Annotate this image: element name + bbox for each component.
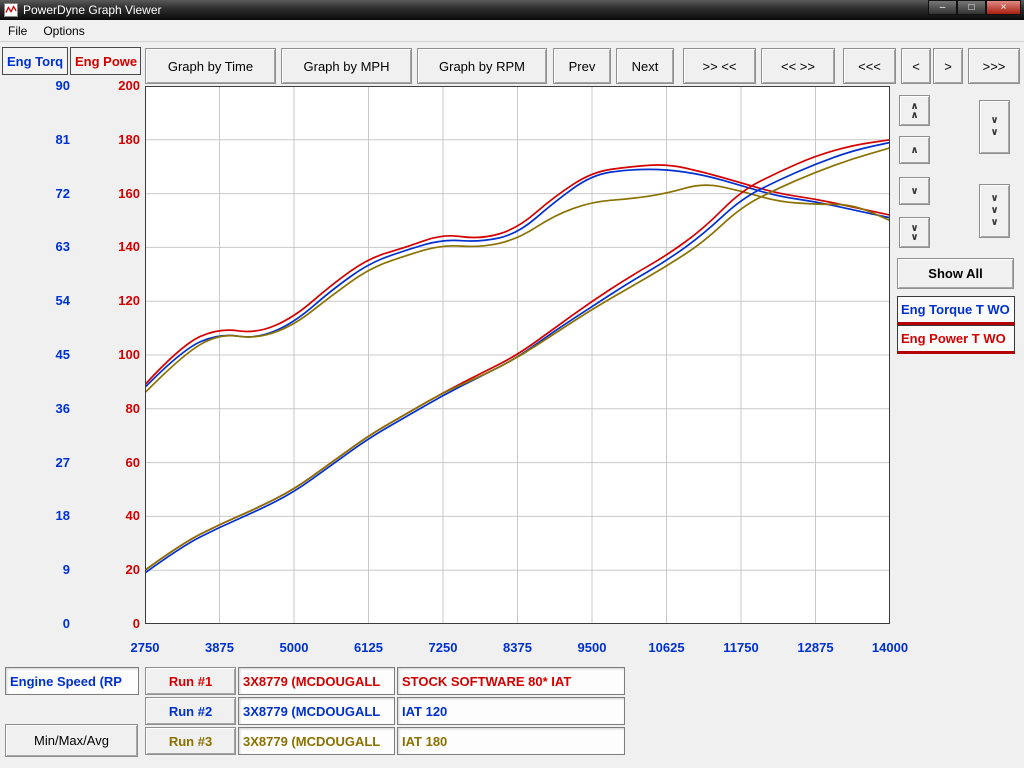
next-button[interactable]: Next (616, 48, 674, 84)
min-max-avg-button[interactable]: Min/Max/Avg (5, 724, 138, 757)
run-1-name: 3X8779 (MCDOUGALL (238, 667, 395, 695)
run-2-name: 3X8779 (MCDOUGALL (238, 697, 395, 725)
y-axis-tick-power: 140 (96, 239, 140, 254)
y-zoom-expand-button[interactable]: ∨ ∨ (979, 100, 1010, 154)
x-axis-tick: 11750 (706, 640, 776, 655)
y-axis-tick-power: 40 (96, 508, 140, 523)
run-3-description: IAT 180 (397, 727, 625, 755)
y-axis-tick-torque: 45 (26, 347, 70, 362)
y-zoom-compress-button[interactable]: ∨ ∨ ∨ (979, 184, 1010, 238)
scroll-left-button[interactable]: < (901, 48, 931, 84)
y-axis-tick-power: 200 (96, 78, 140, 93)
menu-file[interactable]: File (0, 21, 35, 41)
y-axis-tick-torque: 9 (26, 562, 70, 577)
y-axis-tick-power: 160 (96, 186, 140, 201)
y-axis-tick-torque: 0 (26, 616, 70, 631)
tab-eng-power[interactable]: Eng Powe (70, 47, 141, 75)
menu-bar: FileOptions (0, 20, 1024, 42)
x-axis-tick: 8375 (483, 640, 553, 655)
graph-by-mph-button[interactable]: Graph by MPH (281, 48, 412, 84)
y-scroll-down-fast-button[interactable]: ∨ ∨ (899, 217, 930, 248)
zoom-in-x-button[interactable]: >> << (683, 48, 756, 84)
minimize-button[interactable]: – (928, 0, 957, 15)
x-axis-tick: 12875 (781, 640, 851, 655)
y-scroll-down-button[interactable]: ∨ (899, 177, 930, 205)
dyno-plot (145, 86, 890, 624)
tab-eng-torque[interactable]: Eng Torq (2, 47, 68, 75)
x-axis-label-box: Engine Speed (RP (5, 667, 139, 695)
y-axis-tick-power: 80 (96, 401, 140, 416)
run-3-name: 3X8779 (MCDOUGALL (238, 727, 395, 755)
x-axis-tick: 9500 (557, 640, 627, 655)
x-axis-tick: 10625 (632, 640, 702, 655)
y-scroll-up-fast-button[interactable]: ∧ ∧ (899, 95, 930, 126)
y-axis-tick-power: 0 (96, 616, 140, 631)
legend-item[interactable]: Eng Power T WO (897, 325, 1015, 354)
dyno-plot-area[interactable] (145, 86, 890, 624)
run-2-button[interactable]: Run #2 (145, 697, 236, 725)
y-axis-tick-torque: 90 (26, 78, 70, 93)
y-axis-tick-power: 100 (96, 347, 140, 362)
zoom-out-x-button[interactable]: << >> (761, 48, 835, 84)
maximize-button[interactable]: □ (957, 0, 986, 15)
y-axis-tick-torque: 63 (26, 239, 70, 254)
show-all-button[interactable]: Show All (897, 258, 1014, 289)
y-axis-tick-torque: 81 (26, 132, 70, 147)
y-axis-tick-power: 120 (96, 293, 140, 308)
x-axis-tick: 14000 (855, 640, 925, 655)
y-axis-tick-torque: 36 (26, 401, 70, 416)
y-axis-tick-torque: 18 (26, 508, 70, 523)
x-axis-tick: 2750 (110, 640, 180, 655)
x-axis-tick: 7250 (408, 640, 478, 655)
app-icon (4, 3, 18, 17)
scroll-far-right-button[interactable]: >>> (968, 48, 1020, 84)
title-bar: PowerDyne Graph Viewer – □ × (0, 0, 1024, 20)
run-2-description: IAT 120 (397, 697, 625, 725)
window-controls: – □ × (928, 0, 1021, 15)
prev-button[interactable]: Prev (553, 48, 611, 84)
y-axis-tick-torque: 54 (26, 293, 70, 308)
y-axis-tick-torque: 72 (26, 186, 70, 201)
run-1-button[interactable]: Run #1 (145, 667, 236, 695)
scroll-right-button[interactable]: > (933, 48, 963, 84)
x-axis-tick: 6125 (334, 640, 404, 655)
run-3-button[interactable]: Run #3 (145, 727, 236, 755)
powerdyne-window: PowerDyne Graph Viewer – □ × FileOptions… (0, 0, 1024, 768)
menu-options[interactable]: Options (35, 21, 92, 41)
y-axis-tick-torque: 27 (26, 455, 70, 470)
y-scroll-up-button[interactable]: ∧ (899, 136, 930, 164)
close-button[interactable]: × (986, 0, 1021, 15)
y-axis-tick-power: 60 (96, 455, 140, 470)
x-axis-tick: 3875 (185, 640, 255, 655)
graph-by-rpm-button[interactable]: Graph by RPM (417, 48, 547, 84)
window-title: PowerDyne Graph Viewer (23, 3, 162, 17)
y-axis-tick-power: 20 (96, 562, 140, 577)
graph-by-time-button[interactable]: Graph by Time (145, 48, 276, 84)
y-axis-tick-power: 180 (96, 132, 140, 147)
legend-item[interactable]: Eng Torque T WO (897, 296, 1015, 325)
x-axis-tick: 5000 (259, 640, 329, 655)
run-1-description: STOCK SOFTWARE 80* IAT (397, 667, 625, 695)
scroll-far-left-button[interactable]: <<< (843, 48, 896, 84)
